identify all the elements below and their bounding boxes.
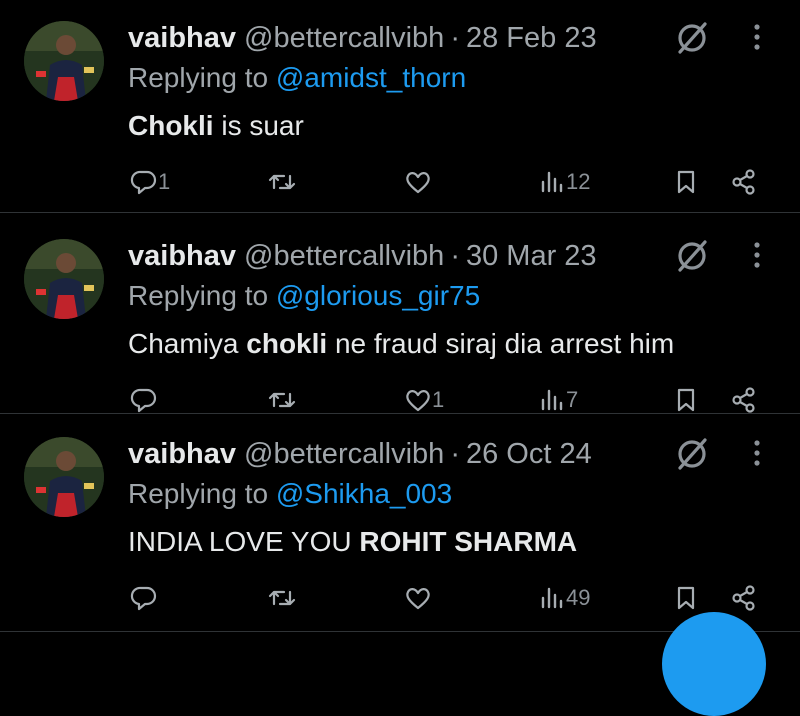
views-count: 49 bbox=[566, 585, 591, 610]
display-name[interactable]: vaibhav bbox=[128, 438, 236, 471]
reply-button[interactable]: 1 bbox=[130, 162, 170, 202]
reply-icon bbox=[130, 388, 157, 413]
replying-to: Replying to @Shikha_003 bbox=[128, 474, 452, 514]
share-button[interactable] bbox=[730, 578, 758, 618]
avatar[interactable] bbox=[24, 437, 104, 517]
reply-count: 1 bbox=[158, 169, 171, 194]
retweet-icon bbox=[268, 590, 296, 606]
tweet-text-rest: ne fraud siraj dia arrest him bbox=[327, 328, 675, 359]
retweet-icon bbox=[268, 174, 296, 190]
tweet-header: vaibhav @bettercallvibh · 30 Mar 23 bbox=[128, 236, 597, 276]
mention-link[interactable]: @glorious_gir75 bbox=[276, 280, 480, 311]
bookmark-icon bbox=[677, 388, 695, 412]
tweet-text: Chamiya chokli ne fraud siraj dia arrest… bbox=[128, 324, 674, 364]
views-icon bbox=[541, 171, 563, 193]
user-handle[interactable]: @bettercallvibh bbox=[244, 438, 444, 471]
action-bar: 1 7 bbox=[0, 380, 800, 420]
replying-to: Replying to @glorious_gir75 bbox=[128, 276, 480, 316]
more-vertical-icon[interactable] bbox=[742, 236, 772, 276]
tweet-text-bold: chokli bbox=[246, 328, 328, 359]
share-icon bbox=[732, 169, 755, 195]
tweet-text-bold: ROHIT SHARMA bbox=[359, 526, 578, 557]
avatar[interactable] bbox=[24, 21, 104, 101]
views-button[interactable]: 7 bbox=[538, 380, 578, 420]
like-button[interactable]: 1 bbox=[404, 380, 444, 420]
display-name[interactable]: vaibhav bbox=[128, 22, 236, 55]
grok-icon[interactable] bbox=[672, 236, 712, 276]
tweet-text-rest: is suar bbox=[213, 110, 304, 141]
more-vertical-icon[interactable] bbox=[742, 434, 772, 474]
reply-icon bbox=[130, 170, 157, 195]
retweet-button[interactable] bbox=[268, 380, 296, 420]
share-button[interactable] bbox=[730, 162, 758, 202]
bookmark-button[interactable] bbox=[672, 162, 700, 202]
views-count: 12 bbox=[566, 169, 591, 194]
like-button[interactable] bbox=[404, 578, 432, 618]
tweet-text-bold: Chokli bbox=[128, 110, 214, 141]
share-icon bbox=[732, 387, 755, 413]
reply-icon bbox=[130, 586, 157, 611]
share-icon bbox=[732, 585, 755, 611]
user-handle[interactable]: @bettercallvibh bbox=[244, 240, 444, 273]
bookmark-button[interactable] bbox=[672, 578, 700, 618]
grok-icon[interactable] bbox=[672, 18, 712, 58]
replying-to-label: Replying to bbox=[128, 478, 276, 509]
action-bar: 49 bbox=[0, 578, 800, 618]
tweet-text-pre: INDIA LOVE YOU bbox=[128, 526, 360, 557]
avatar[interactable] bbox=[24, 239, 104, 319]
tweet-text: INDIA LOVE YOU ROHIT SHARMA bbox=[128, 522, 577, 562]
tweet-text: Chokli is suar bbox=[128, 106, 304, 146]
action-bar: 1 12 bbox=[0, 162, 800, 202]
retweet-icon bbox=[268, 392, 296, 408]
tweet-date[interactable]: 30 Mar 23 bbox=[466, 240, 597, 273]
views-icon bbox=[541, 587, 563, 609]
user-handle[interactable]: @bettercallvibh bbox=[244, 22, 444, 55]
tweet-date[interactable]: 26 Oct 24 bbox=[466, 438, 592, 471]
reply-button[interactable] bbox=[130, 578, 158, 618]
heart-icon bbox=[406, 390, 430, 412]
views-button[interactable]: 12 bbox=[538, 162, 590, 202]
like-button[interactable] bbox=[404, 162, 432, 202]
replying-to: Replying to @amidst_thorn bbox=[128, 58, 466, 98]
reply-button[interactable] bbox=[130, 380, 158, 420]
retweet-button[interactable] bbox=[268, 578, 296, 618]
retweet-button[interactable] bbox=[268, 162, 296, 202]
tweet-header: vaibhav @bettercallvibh · 26 Oct 24 bbox=[128, 434, 592, 474]
heart-icon bbox=[406, 172, 430, 194]
compose-button[interactable] bbox=[662, 612, 766, 716]
tweet-divider bbox=[0, 413, 800, 414]
mention-link[interactable]: @Shikha_003 bbox=[276, 478, 452, 509]
views-icon bbox=[541, 389, 563, 411]
heart-icon bbox=[406, 588, 430, 610]
bookmark-button[interactable] bbox=[672, 380, 700, 420]
replying-to-label: Replying to bbox=[128, 280, 276, 311]
views-count: 7 bbox=[566, 387, 579, 412]
display-name[interactable]: vaibhav bbox=[128, 240, 236, 273]
mention-link[interactable]: @amidst_thorn bbox=[276, 62, 466, 93]
like-count: 1 bbox=[432, 387, 445, 412]
tweet-text-pre: Chamiya bbox=[128, 328, 247, 359]
tweet-date[interactable]: 28 Feb 23 bbox=[466, 22, 597, 55]
tweet-divider bbox=[0, 212, 800, 213]
separator-dot: · bbox=[450, 239, 460, 272]
grok-icon[interactable] bbox=[672, 434, 712, 474]
share-button[interactable] bbox=[730, 380, 758, 420]
separator-dot: · bbox=[450, 437, 460, 470]
replying-to-label: Replying to bbox=[128, 62, 276, 93]
more-vertical-icon[interactable] bbox=[742, 18, 772, 58]
tweet-header: vaibhav @bettercallvibh · 28 Feb 23 bbox=[128, 18, 597, 58]
bookmark-icon bbox=[677, 170, 695, 194]
views-button[interactable]: 49 bbox=[538, 578, 590, 618]
bookmark-icon bbox=[677, 586, 695, 610]
separator-dot: · bbox=[450, 21, 460, 54]
